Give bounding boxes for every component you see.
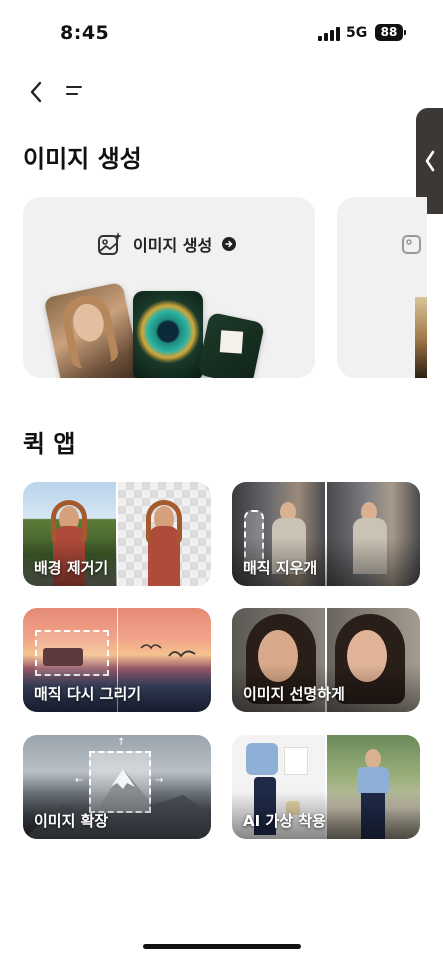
signal-icon [318, 27, 340, 41]
quick-app-label: 이미지 선명하게 [243, 685, 345, 703]
battery-level: 88 [380, 25, 398, 39]
quick-app-ai-try-on[interactable]: AI 가상 착용 [232, 735, 420, 839]
image-sparkle-icon [98, 232, 122, 255]
quick-app-background-remover[interactable]: 배경 제거기 [23, 482, 211, 586]
image-icon [402, 235, 421, 254]
sample-peacock-image [133, 291, 203, 378]
battery-icon: 88 [375, 24, 406, 41]
image-generate-label: 이미지 생성 [133, 236, 213, 255]
image-generate-card[interactable]: 이미지 생성 [23, 197, 315, 378]
expand-arrows-icon: ↑ [117, 737, 126, 748]
chevron-left-icon [30, 81, 42, 103]
chevron-left-icon [425, 150, 434, 172]
quick-app-image-enhance[interactable]: 이미지 선명하게 [232, 608, 420, 712]
sample-card-image [196, 311, 266, 378]
quick-app-label: AI 가상 착용 [243, 812, 326, 830]
home-indicator[interactable] [143, 944, 301, 949]
status-bar: 8:45 5G 88 [0, 0, 443, 64]
status-time: 8:45 [60, 22, 110, 44]
image-generate-header: 이미지 생성 [97, 231, 237, 257]
back-button[interactable] [22, 78, 50, 106]
section-title-generate: 이미지 생성 [23, 145, 142, 173]
quick-app-label: 배경 제거기 [34, 559, 109, 577]
quick-app-magic-eraser[interactable]: 매직 지우개 [232, 482, 420, 586]
quick-app-label: 이미지 확장 [34, 812, 109, 830]
quick-app-label: 매직 다시 그리기 [34, 685, 142, 703]
network-type: 5G [346, 25, 368, 41]
section-title-quick-apps: 퀵 앱 [23, 430, 76, 458]
arrow-right-icon [222, 237, 237, 251]
sample-portrait-image [43, 281, 143, 378]
quick-app-label: 매직 지우개 [243, 559, 318, 577]
seagulls-illustration [140, 644, 196, 658]
quick-app-magic-redraw[interactable]: 매직 다시 그리기 [23, 608, 211, 712]
sample-sunset-image [415, 297, 427, 378]
quick-app-image-expand[interactable]: ↑ ← → 이미지 확장 [23, 735, 211, 839]
image-generate-card-2[interactable] [337, 197, 427, 378]
menu-icon [66, 86, 82, 88]
menu-button[interactable] [62, 80, 88, 104]
